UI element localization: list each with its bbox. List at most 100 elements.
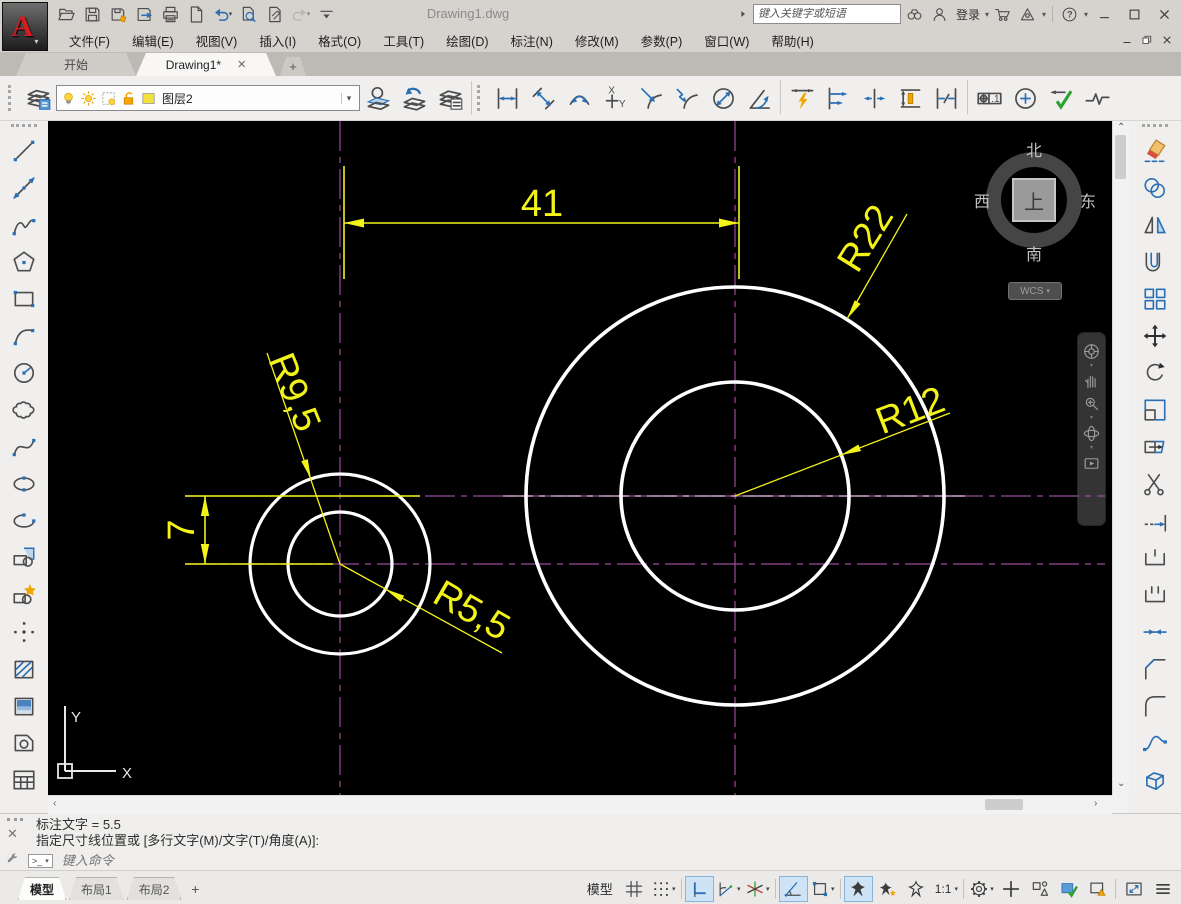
user-icon[interactable] — [929, 4, 951, 24]
app-store-cart-icon[interactable] — [992, 4, 1014, 24]
viewcube-east[interactable]: 东 — [1077, 190, 1099, 210]
a360-share-icon[interactable] — [1017, 4, 1039, 24]
menu-item-8[interactable]: 修改(M) — [564, 28, 630, 53]
close-button[interactable] — [1151, 4, 1178, 24]
help-icon[interactable]: ? — [1059, 4, 1081, 24]
chevron-down-icon[interactable]: ▾ — [1090, 414, 1093, 422]
chevron-down-icon[interactable]: ▾ — [229, 10, 233, 18]
draw-tool-gradient[interactable] — [3, 687, 45, 724]
status-osnap-button[interactable]: ▾ — [808, 876, 837, 902]
doc-close-button[interactable] — [1158, 31, 1176, 48]
status-otrack-button[interactable] — [779, 876, 808, 902]
new-button[interactable] — [184, 2, 208, 26]
dim-tool-quick-dimension[interactable] — [784, 80, 820, 116]
modify-tool-blend-curves[interactable] — [1134, 724, 1176, 761]
dim-tool-dim-baseline[interactable] — [820, 80, 856, 116]
customization-wrench-icon[interactable] — [5, 851, 20, 866]
scroll-down-icon[interactable]: ⌄ — [1117, 779, 1125, 789]
modify-tool-trim[interactable] — [1134, 465, 1176, 502]
menu-item-5[interactable]: 工具(T) — [372, 28, 435, 53]
status-clean-screen-button[interactable] — [1083, 876, 1112, 902]
scroll-right-icon[interactable]: › — [1094, 799, 1097, 809]
redo-button[interactable]: ▾ — [288, 2, 312, 26]
draw-tool-spline[interactable] — [3, 428, 45, 465]
toolbar-grip[interactable] — [477, 85, 483, 111]
status-isolate-button[interactable] — [1025, 876, 1054, 902]
menu-item-7[interactable]: 标注(N) — [500, 28, 564, 53]
tab-drawing1[interactable]: Drawing1* ✕ — [136, 53, 276, 76]
menu-item-2[interactable]: 视图(V) — [185, 28, 249, 53]
modify-tool-stretch[interactable] — [1134, 428, 1176, 465]
modify-tool-join[interactable] — [1134, 613, 1176, 650]
dim-tool-dim-ordinate[interactable]: XY — [597, 80, 633, 116]
status-snap-button[interactable]: ▾ — [649, 876, 678, 902]
menu-item-3[interactable]: 插入(I) — [248, 28, 307, 53]
viewcube[interactable]: 北 南 西 东 上 — [978, 135, 1102, 275]
vertical-scroll-thumb[interactable] — [1115, 135, 1126, 179]
chevron-down-icon[interactable]: ▾ — [672, 885, 676, 893]
chevron-down-icon[interactable]: ▾ — [985, 10, 989, 19]
sign-in-button[interactable]: 登录 — [956, 6, 980, 23]
menu-item-9[interactable]: 参数(P) — [630, 28, 694, 53]
toolbar-grip[interactable] — [8, 85, 14, 111]
draw-tool-circle[interactable] — [3, 354, 45, 391]
modify-tool-break[interactable] — [1134, 576, 1176, 613]
attach-button[interactable] — [262, 2, 286, 26]
save-as-button[interactable] — [106, 2, 130, 26]
export-button[interactable] — [132, 2, 156, 26]
dim-tool-dim-jogged[interactable] — [669, 80, 705, 116]
status-customize-menu-button[interactable] — [1148, 876, 1177, 902]
draw-tool-arc[interactable] — [3, 317, 45, 354]
modify-tool-array[interactable] — [1134, 280, 1176, 317]
draw-tool-polyline[interactable] — [3, 206, 45, 243]
status-ortho-button[interactable] — [685, 876, 714, 902]
draw-tool-construction-line[interactable] — [3, 169, 45, 206]
horizontal-scroll-thumb[interactable] — [985, 799, 1023, 810]
nav-show-motion[interactable] — [1081, 452, 1103, 474]
draw-tool-line[interactable] — [3, 132, 45, 169]
nav-pan[interactable] — [1081, 370, 1103, 392]
chevron-down-icon[interactable]: ▾ — [341, 93, 356, 104]
dim-tool-tolerance[interactable]: .1 — [971, 80, 1007, 116]
command-panel-grip[interactable] — [7, 818, 23, 824]
vertical-scrollbar[interactable]: ⌃ ⌄ — [1112, 121, 1129, 795]
menu-item-4[interactable]: 格式(O) — [307, 28, 372, 53]
dim-tool-dim-arc-length[interactable] — [561, 80, 597, 116]
layer-tool-make-object-layer-current[interactable] — [360, 80, 396, 116]
status-fullscreen-button[interactable] — [1119, 876, 1148, 902]
layer-dropdown[interactable]: 图层2 ▾ — [56, 85, 360, 111]
undo-button[interactable]: ▾ — [210, 2, 234, 26]
draw-tool-revision-cloud[interactable] — [3, 391, 45, 428]
tab-close-icon[interactable]: ✕ — [237, 58, 246, 71]
dim-tool-dim-continue[interactable] — [856, 80, 892, 116]
modify-tool-offset[interactable] — [1134, 243, 1176, 280]
layer-tool-layer-properties[interactable] — [20, 80, 56, 116]
chevron-down-icon[interactable]: ▾ — [737, 885, 741, 893]
command-prompt-icon[interactable]: >_▾ — [28, 854, 53, 868]
status-isodraft-button[interactable]: ▾ — [743, 876, 772, 902]
modify-tool-rotate[interactable] — [1134, 354, 1176, 391]
chevron-down-icon[interactable]: ▾ — [307, 10, 311, 18]
modify-tool-mirror[interactable] — [1134, 206, 1176, 243]
maximize-button[interactable] — [1121, 4, 1148, 24]
drawing-canvas[interactable]: 北 南 西 东 上 WCS ▾ ▾▾▾ — [48, 121, 1112, 795]
viewcube-south[interactable]: 南 — [1023, 243, 1045, 263]
search-input[interactable] — [753, 4, 901, 24]
new-layout-button[interactable]: + — [184, 879, 206, 899]
scroll-up-icon[interactable]: ⌃ — [1117, 123, 1125, 133]
modify-tool-scale[interactable] — [1134, 391, 1176, 428]
save-button[interactable] — [80, 2, 104, 26]
layer-tool-layer-previous[interactable] — [396, 80, 432, 116]
open-button[interactable] — [54, 2, 78, 26]
modify-tool-move[interactable] — [1134, 317, 1176, 354]
plot-preview-button[interactable] — [236, 2, 260, 26]
status-polar-button[interactable]: ▾ — [714, 876, 743, 902]
binoculars-icon[interactable] — [904, 4, 926, 24]
horizontal-scrollbar[interactable]: ‹ › — [48, 795, 1112, 814]
modify-tool-copy[interactable] — [1134, 169, 1176, 206]
draw-tool-hatch[interactable] — [3, 650, 45, 687]
menu-item-6[interactable]: 绘图(D) — [435, 28, 499, 53]
viewcube-north[interactable]: 北 — [1023, 139, 1045, 159]
dim-tool-dim-linear[interactable] — [489, 80, 525, 116]
status-annotation-visibility-button[interactable] — [844, 876, 873, 902]
